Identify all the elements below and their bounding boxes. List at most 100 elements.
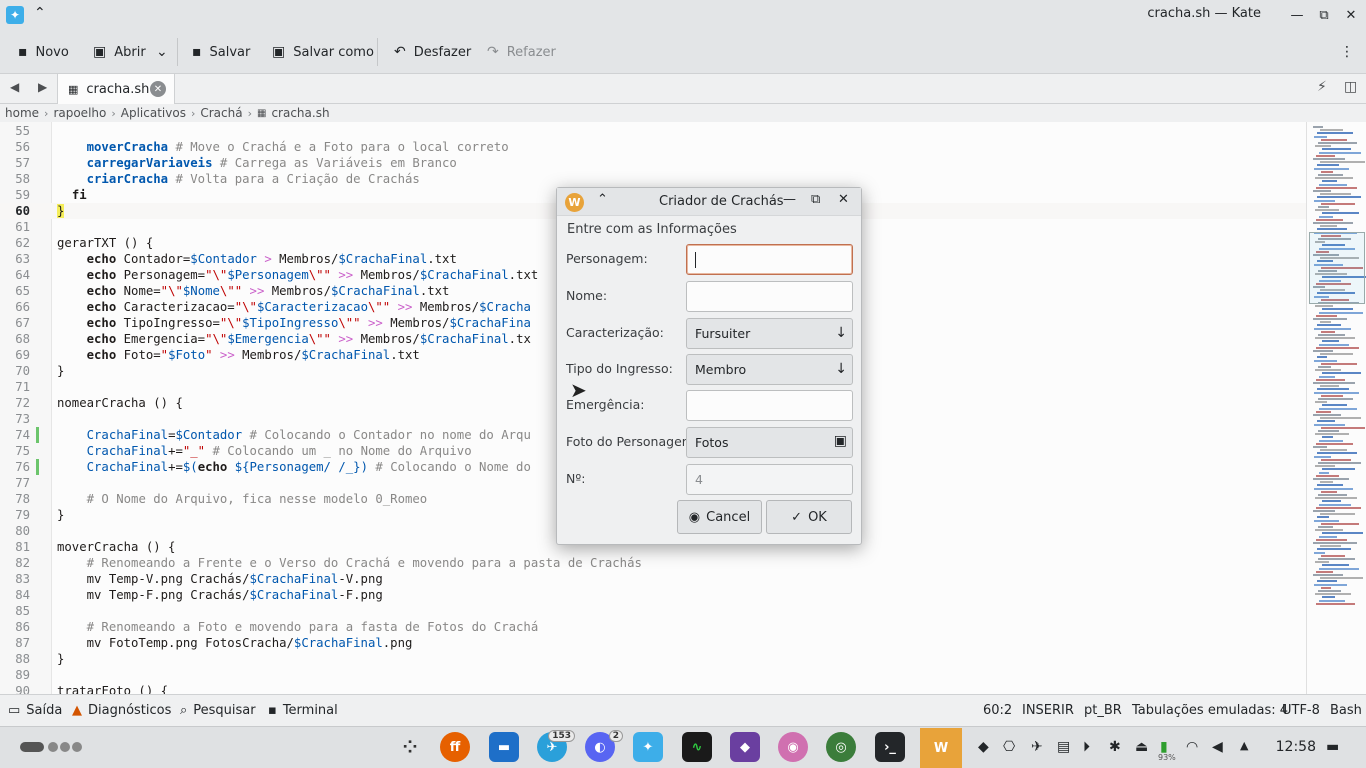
- line-number: 90: [15, 684, 30, 694]
- cursor-position[interactable]: 60:2: [983, 703, 1012, 718]
- code-line[interactable]: 89: [0, 667, 1306, 683]
- search-icon: ⌕: [180, 703, 188, 718]
- code-line[interactable]: 58 criarCracha # Volta para a Criação de…: [0, 171, 1306, 187]
- clock[interactable]: 12:58: [1276, 739, 1316, 755]
- volume-icon[interactable]: ◀: [1212, 739, 1223, 755]
- menu-button[interactable]: ⋮: [1334, 39, 1360, 65]
- wifi-icon[interactable]: ◠: [1186, 739, 1198, 755]
- app-icon[interactable]: ◎: [826, 732, 856, 762]
- caracterizacao-select[interactable]: Fursuiter ↓: [686, 318, 853, 349]
- folder-icon[interactable]: ▣: [834, 433, 847, 449]
- split-view-icon[interactable]: ◫: [1344, 79, 1357, 95]
- minimap-line: [1321, 362, 1357, 365]
- nome-input[interactable]: [686, 281, 853, 312]
- firefox-icon[interactable]: ff: [440, 732, 470, 762]
- close-window-button[interactable]: ✕: [1340, 4, 1362, 26]
- minimize-button[interactable]: —: [1286, 4, 1308, 26]
- indentation-setting[interactable]: Tabulações emuladas: 4: [1132, 703, 1288, 718]
- code-line[interactable]: 90 tratarFoto () {: [0, 683, 1306, 694]
- gamepad-icon[interactable]: ⎔: [1003, 739, 1015, 755]
- encoding-setting[interactable]: UTF-8: [1282, 703, 1320, 718]
- clipboard-icon[interactable]: ▤: [1057, 739, 1070, 755]
- minimap-line: [1317, 388, 1349, 391]
- kate-taskbar-icon[interactable]: ✦: [633, 732, 663, 762]
- new-button[interactable]: ▪ Novo: [12, 39, 75, 65]
- search-panel-button[interactable]: ⌕ Pesquisar: [180, 703, 256, 718]
- maximize-button[interactable]: ⧉: [1313, 4, 1335, 26]
- dictionary-language[interactable]: pt_BR: [1084, 703, 1122, 718]
- minimap-line: [1317, 356, 1327, 359]
- diagnostics-panel-button[interactable]: ▲ Diagnósticos: [72, 703, 171, 718]
- telegram-tray-icon[interactable]: ✈: [1031, 739, 1043, 755]
- personagem-input[interactable]: [686, 244, 853, 275]
- code-line[interactable]: 88}: [0, 651, 1306, 667]
- system-monitor-icon[interactable]: ∿: [682, 732, 712, 762]
- save-button[interactable]: ▪ Salvar: [186, 39, 256, 65]
- bluetooth-icon[interactable]: ✱: [1109, 739, 1121, 755]
- tipo-ingresso-select[interactable]: Membro ↓: [686, 354, 853, 385]
- next-tab-icon[interactable]: ▶: [38, 80, 47, 94]
- line-number: 56: [15, 140, 30, 154]
- save-as-button[interactable]: ▣ Salvar como: [266, 39, 380, 65]
- minimap-viewport[interactable]: [1309, 232, 1365, 304]
- overview-icon[interactable]: ⁘: [395, 732, 425, 762]
- output-panel-button[interactable]: ▭ Saída: [8, 703, 62, 718]
- open-button[interactable]: ▣ Abrir: [87, 39, 152, 65]
- code-line[interactable]: 84 mv Temp-F.png Crachás/$CrachaFinal-F.…: [0, 587, 1306, 603]
- app-icon[interactable]: ◉: [778, 732, 808, 762]
- inkscape-icon[interactable]: ◆: [730, 732, 760, 762]
- dialog-maximize-button[interactable]: ⧉: [811, 192, 820, 207]
- code-line[interactable]: 55: [0, 123, 1306, 139]
- code-line[interactable]: 85: [0, 603, 1306, 619]
- minimap-line: [1316, 154, 1335, 157]
- kate-app-icon[interactable]: ✦: [6, 6, 24, 24]
- dialog-minimize-button[interactable]: —: [783, 192, 796, 207]
- emergencia-input[interactable]: [686, 390, 853, 421]
- close-tab-icon[interactable]: ✕: [150, 81, 166, 97]
- terminal-panel-button[interactable]: ▪ Terminal: [268, 703, 338, 718]
- syntax-mode[interactable]: Bash: [1330, 703, 1362, 718]
- breadcrumb-file[interactable]: cracha.sh: [271, 106, 329, 120]
- discord-icon[interactable]: ◐ 2: [585, 730, 623, 762]
- notifications-icon[interactable]: ◆: [978, 739, 989, 755]
- media-player-icon[interactable]: ⏵: [1083, 739, 1090, 755]
- badge-creator-taskbar-icon[interactable]: W: [920, 728, 962, 768]
- terminal-taskbar-icon[interactable]: ›_: [875, 732, 905, 762]
- file-manager-icon[interactable]: ▬: [489, 732, 519, 762]
- eject-icon[interactable]: ⏏: [1135, 739, 1148, 755]
- battery-icon[interactable]: ▮ 93%: [1158, 739, 1176, 762]
- ok-button[interactable]: ✓ OK: [766, 500, 852, 534]
- code-line[interactable]: 87 mv FotoTemp.png FotosCracha/$CrachaFi…: [0, 635, 1306, 651]
- foto-picker[interactable]: Fotos ▣: [686, 427, 853, 458]
- telegram-icon[interactable]: ✈ 153: [537, 730, 575, 762]
- code-line[interactable]: 86 # Renomeando a Foto e movendo para a …: [0, 619, 1306, 635]
- breadcrumb-folder[interactable]: Crachá: [200, 106, 242, 120]
- code-line[interactable]: 83 mv Temp-V.png Crachás/$CrachaFinal-V.…: [0, 571, 1306, 587]
- code-line[interactable]: 56 moverCracha # Move o Crachá e a Foto …: [0, 139, 1306, 155]
- keep-above-icon[interactable]: ⌃: [34, 5, 46, 21]
- cancel-button[interactable]: ◉ Cancel: [677, 500, 762, 534]
- code-line[interactable]: 82 # Renomeando a Frente e o Verso do Cr…: [0, 555, 1306, 571]
- expand-tray-icon[interactable]: ▲: [1240, 739, 1248, 752]
- numero-label: Nº:: [566, 471, 586, 486]
- redo-button[interactable]: ↷ Refazer: [481, 39, 562, 65]
- quick-open-icon[interactable]: ⚡: [1317, 79, 1327, 95]
- minimap-line: [1314, 135, 1327, 138]
- minimap-scrollbar[interactable]: [1306, 122, 1366, 694]
- virtual-desktop-pager[interactable]: [20, 742, 82, 754]
- open-dropdown-button[interactable]: ⌄: [150, 39, 174, 65]
- show-desktop-icon[interactable]: ▬: [1326, 739, 1339, 755]
- tab-cracha[interactable]: ▦ cracha.sh ✕: [57, 74, 175, 104]
- minimap-line: [1317, 324, 1341, 327]
- breadcrumb-home[interactable]: home: [5, 106, 39, 120]
- code-line[interactable]: 57 carregarVariaveis # Carrega as Variáv…: [0, 155, 1306, 171]
- numero-input[interactable]: 4: [686, 464, 853, 495]
- minimap-line: [1320, 385, 1339, 388]
- undo-button[interactable]: ↶ Desfazer: [388, 39, 477, 65]
- breadcrumb-user[interactable]: rapoelho: [53, 106, 106, 120]
- prev-tab-icon[interactable]: ◀: [10, 80, 19, 94]
- input-mode[interactable]: INSERIR: [1022, 703, 1074, 718]
- dialog-close-button[interactable]: ✕: [838, 192, 849, 207]
- keep-above-icon[interactable]: ⌃: [597, 192, 608, 207]
- breadcrumb-apps[interactable]: Aplicativos: [121, 106, 186, 120]
